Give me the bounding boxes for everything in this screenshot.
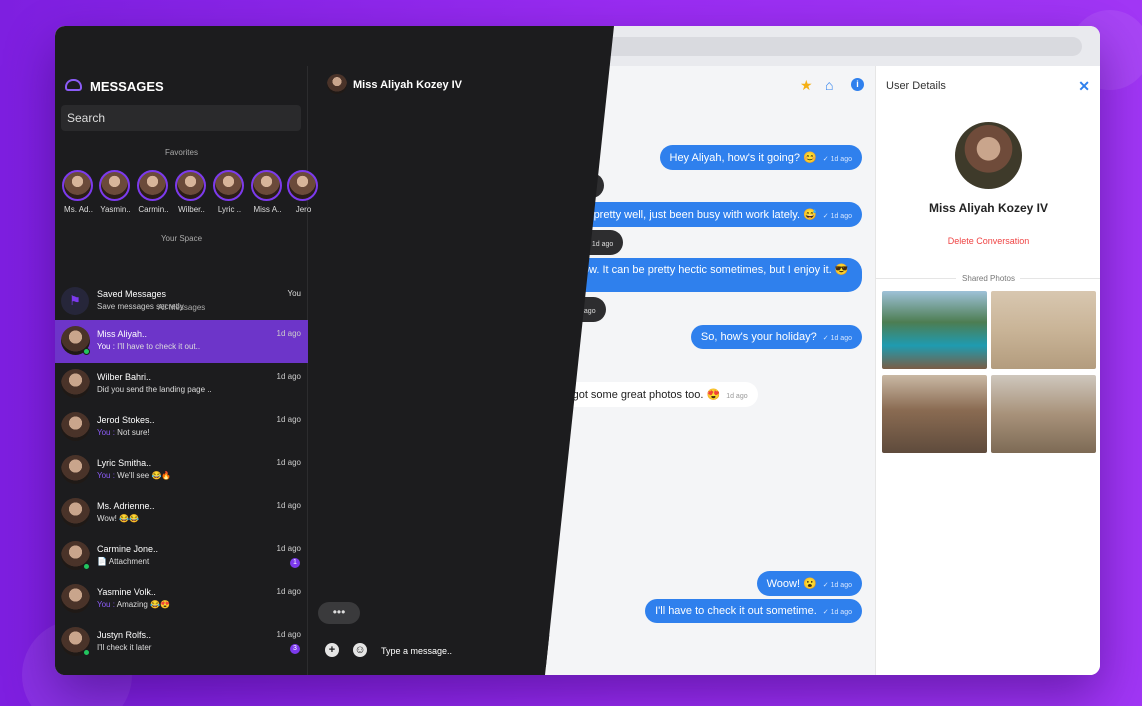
- favorite-contact[interactable]: Wilber..: [175, 170, 208, 214]
- contact-list-item[interactable]: Yasmine Volk.. You : Amazing 😂😍 1d ago: [55, 578, 308, 621]
- favorite-contact[interactable]: Carmin..: [137, 170, 170, 214]
- avatar: [62, 170, 93, 201]
- chat-contact-name: Miss Aliyah Kozey IV: [353, 79, 463, 91]
- your-space-label: Your Space: [160, 234, 203, 243]
- contact-list-item[interactable]: Jerod Stokes.. You : Not sure! 1d ago: [55, 406, 308, 449]
- online-indicator: [83, 563, 90, 570]
- message-bubble: Woow! 😮 ✓ 1d ago: [756, 571, 862, 596]
- star-icon[interactable]: ★: [800, 77, 813, 94]
- typing-indicator: •••: [318, 602, 360, 624]
- contact-list-item[interactable]: Miss Aliyah.. You : I'll have to check it…: [55, 320, 308, 363]
- all-messages-label: All Messages: [157, 303, 206, 312]
- unread-count-badge: 1: [290, 558, 300, 568]
- avatar: [99, 170, 130, 201]
- avatar: [61, 412, 90, 441]
- favorite-contact[interactable]: Jero: [287, 170, 320, 214]
- home-icon[interactable]: ⌂: [825, 77, 833, 93]
- saved-badge: You: [287, 289, 302, 298]
- avatar: [251, 170, 282, 201]
- avatar: [327, 74, 347, 94]
- contact-list-item[interactable]: Carmine Jone.. 📄 Attachment 1d ago 1: [55, 535, 308, 578]
- shared-photo[interactable]: [991, 375, 1096, 453]
- add-attachment-icon[interactable]: +: [325, 643, 339, 657]
- message-bubble: I'll have to check it out sometime. ✓ 1d …: [645, 599, 862, 623]
- details-title: User Details: [886, 80, 946, 92]
- favorite-contact[interactable]: Yasmin..: [99, 170, 132, 214]
- online-indicator: [83, 649, 90, 656]
- emoji-icon[interactable]: ☺: [353, 643, 367, 657]
- sidebar-title: MESSAGES: [90, 79, 164, 94]
- favorite-contact[interactable]: Miss A..: [251, 170, 284, 214]
- avatar: [213, 170, 244, 201]
- favorites-label: Favorites: [165, 148, 198, 157]
- unread-count-badge: 3: [290, 644, 300, 654]
- avatar: [61, 369, 90, 398]
- shared-photo[interactable]: [882, 291, 987, 369]
- close-icon[interactable]: ✕: [1078, 78, 1090, 95]
- avatar: [137, 170, 168, 201]
- shared-photo[interactable]: [991, 291, 1096, 369]
- saved-title: Saved Messages: [97, 289, 167, 299]
- user-details-panel: User Details ✕ Miss Aliyah Kozey IV Dele…: [875, 66, 1100, 675]
- saved-messages-item[interactable]: ⚑ Saved Messages Save messages secretly …: [55, 282, 308, 322]
- browser-window: https://chatify.munafio.com User Details…: [55, 26, 1100, 675]
- details-avatar: [955, 122, 1022, 189]
- message-input[interactable]: Type a message..: [381, 646, 452, 656]
- avatar: [61, 498, 90, 527]
- online-indicator: [83, 348, 90, 355]
- inbox-icon: [65, 79, 82, 91]
- message-bubble: Hey Aliyah, how's it going? 😊 ✓ 1d ago: [659, 145, 862, 170]
- avatar: [175, 170, 206, 201]
- details-name: Miss Aliyah Kozey IV: [929, 201, 1048, 215]
- favorite-contact[interactable]: Lyric ..: [213, 170, 246, 214]
- delete-conversation-button[interactable]: Delete Conversation: [876, 236, 1100, 246]
- favorite-contact[interactable]: Ms. Ad..: [62, 170, 95, 214]
- avatar: [287, 170, 318, 201]
- search-input[interactable]: Search: [61, 105, 301, 131]
- message-bubble: So, how's your holiday? ✓ 1d ago: [690, 325, 862, 349]
- avatar: [61, 584, 90, 613]
- contact-list-item[interactable]: Ms. Adrienne.. Wow! 😂😂 1d ago: [55, 492, 308, 535]
- shared-photos-label: Shared Photos: [962, 274, 1015, 283]
- shared-photo[interactable]: [882, 375, 987, 453]
- info-icon[interactable]: i: [851, 78, 864, 91]
- contact-list-item[interactable]: Justyn Rolfs.. I'll check it later 1d ago 3: [55, 621, 308, 664]
- contact-list-item[interactable]: Lyric Smitha.. You : We'll see 😂🔥 1d ago: [55, 449, 308, 492]
- avatar: [61, 455, 90, 484]
- contact-list-item[interactable]: Wilber Bahri.. Did you send the landing p…: [55, 363, 308, 406]
